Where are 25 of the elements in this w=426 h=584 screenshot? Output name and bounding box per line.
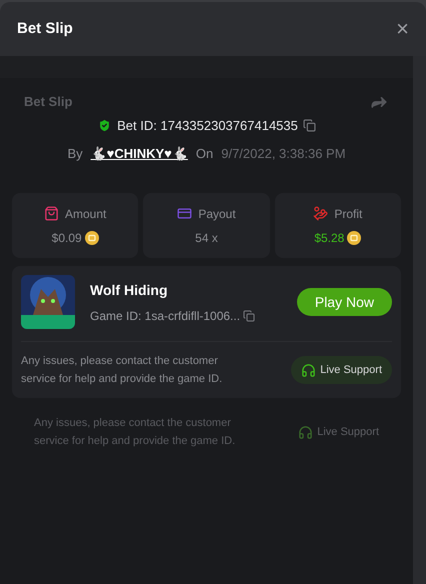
stat-label: Amount	[64, 206, 106, 222]
stat-value: $5.28	[314, 230, 344, 246]
game-title: Wolf Hiding	[90, 280, 168, 300]
live-support-button[interactable]: Live Support	[291, 356, 392, 384]
copy-icon[interactable]	[243, 310, 256, 322]
by-label: By	[67, 144, 83, 163]
headphones-icon	[301, 362, 316, 378]
on-label: On	[196, 144, 214, 162]
play-now-button[interactable]: Play Now	[296, 288, 392, 316]
close-button[interactable]: ×	[396, 18, 409, 40]
stat-label: Profit	[334, 206, 362, 222]
bet-id: Bet ID: 1743352303767414535	[117, 117, 298, 135]
bet-date: 9/7/2022, 3:38:36 PM	[221, 144, 346, 162]
window-title: Bet Slip	[17, 18, 73, 39]
stat-label: Payout	[198, 206, 236, 222]
issues-text: Any issues, please contact the customer service for help and provide the game ID.	[21, 354, 224, 387]
headphones-icon	[298, 424, 314, 440]
game-id: Game ID: 1sa-crfdifll-1006...	[90, 308, 240, 324]
ghost-live-support-button[interactable]: Live Support	[298, 424, 379, 440]
copy-icon[interactable]	[302, 119, 316, 132]
stat-value: $0.09	[52, 230, 82, 246]
ghost-title: Bet Slip	[24, 93, 72, 112]
stat-value: 54 x	[195, 230, 218, 246]
user-link[interactable]: 🐇♥CHINKY♥🐇	[90, 144, 188, 163]
ghost-issues-text: Any issues, please contact the customer service for help and provide the game ID.	[34, 416, 236, 449]
